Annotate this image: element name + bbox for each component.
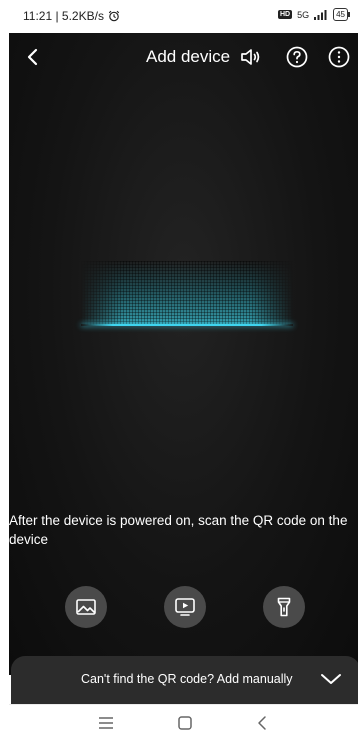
chevron-down-icon[interactable] — [320, 668, 342, 690]
home-icon[interactable] — [176, 714, 194, 732]
status-bar: 11:21 | 5.2KB/s HD 5G 45 — [9, 0, 358, 33]
add-manually-sheet[interactable]: Can't find the QR code? Add manually — [11, 656, 358, 704]
play-icon — [175, 598, 195, 616]
status-right: HD 5G 45 — [277, 8, 350, 21]
system-nav-bar — [9, 704, 358, 740]
speaker-icon[interactable] — [239, 45, 263, 69]
help-icon[interactable] — [285, 45, 309, 69]
app-frame: 11:21 | 5.2KB/s HD 5G 45 Add device Afte… — [9, 0, 358, 740]
flashlight-button[interactable] — [263, 586, 305, 628]
camera-viewfinder[interactable]: Add device After the device is powered o… — [9, 33, 358, 675]
back-icon[interactable] — [21, 45, 45, 69]
alarm-icon — [108, 10, 120, 22]
status-left: 11:21 | 5.2KB/s — [23, 9, 120, 23]
status-time-speed: 11:21 | 5.2KB/s — [23, 9, 104, 23]
signal-icon — [314, 10, 327, 20]
tutorial-button[interactable] — [164, 586, 206, 628]
image-icon — [76, 599, 96, 615]
top-bar: Add device — [9, 33, 358, 81]
network-type: 5G — [297, 9, 310, 20]
page-title: Add device — [146, 47, 231, 66]
back-nav-icon[interactable] — [253, 714, 271, 732]
battery-icon: 45 — [333, 8, 350, 21]
flashlight-icon — [277, 597, 291, 617]
scan-glow — [81, 261, 293, 325]
menu-icon[interactable] — [97, 714, 115, 732]
scan-hint: After the device is powered on, scan the… — [9, 513, 348, 547]
add-manually-link[interactable]: Can't find the QR code? Add manually — [81, 672, 293, 686]
info-icon[interactable] — [327, 45, 351, 69]
scan-line — [81, 324, 293, 326]
hd-icon: HD — [277, 10, 293, 19]
gallery-button[interactable] — [65, 586, 107, 628]
